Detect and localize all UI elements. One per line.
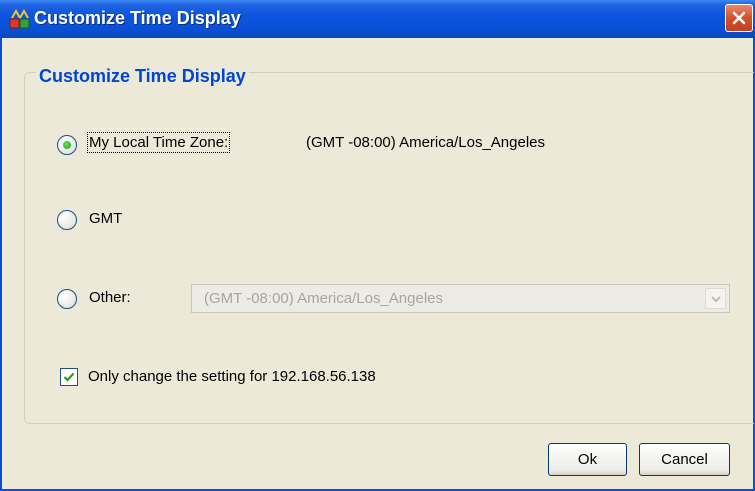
local-time-zone-value: (GMT -08:00) America/Los_Angeles	[306, 134, 545, 151]
gmt-radio[interactable]	[57, 210, 77, 230]
title-bar[interactable]: Customize Time Display	[0, 0, 755, 38]
only-change-label[interactable]: Only change the setting for 192.168.56.1…	[88, 368, 376, 385]
other-time-zone-select[interactable]: (GMT -08:00) America/Los_Angeles	[191, 284, 730, 313]
select-dropdown-button[interactable]	[705, 288, 726, 309]
local-time-zone-label[interactable]: My Local Time Zone:	[86, 132, 231, 153]
other-time-zone-value: (GMT -08:00) America/Los_Angeles	[204, 290, 443, 307]
ok-button[interactable]: Ok	[548, 443, 627, 476]
gmt-label[interactable]: GMT	[89, 210, 122, 227]
app-icon	[9, 8, 31, 30]
close-button[interactable]	[725, 4, 753, 32]
group-legend: Customize Time Display	[36, 66, 249, 87]
other-label[interactable]: Other:	[89, 289, 131, 306]
customize-time-dialog: Customize Time Display Customize Time Di…	[0, 0, 755, 491]
only-change-checkbox[interactable]	[60, 368, 78, 386]
local-time-zone-radio[interactable]	[57, 135, 77, 155]
checkmark-icon	[63, 372, 75, 382]
window-title: Customize Time Display	[34, 8, 241, 28]
cancel-button[interactable]: Cancel	[639, 443, 730, 476]
chevron-down-icon	[711, 296, 721, 303]
other-radio[interactable]	[57, 289, 77, 309]
close-icon	[732, 11, 746, 25]
